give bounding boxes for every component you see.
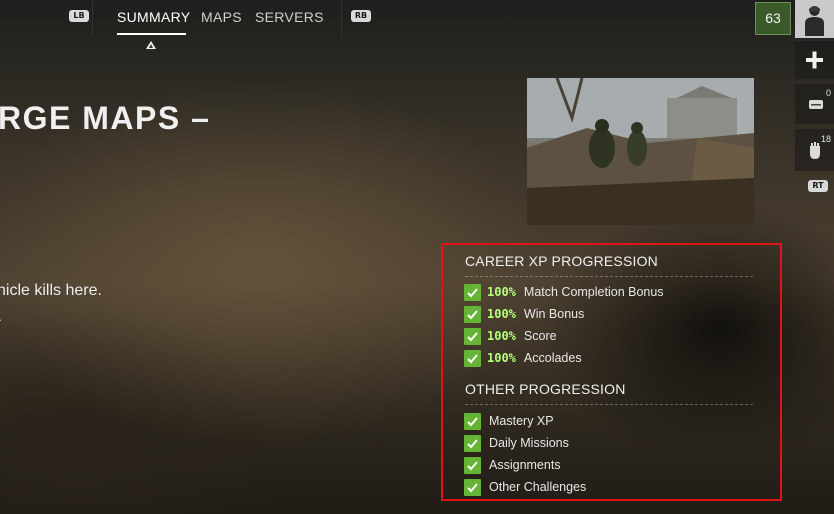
soldier-avatar-icon[interactable] <box>795 0 834 38</box>
active-tab-caret-icon <box>146 41 156 49</box>
list-item: 100% Accolades <box>464 349 582 367</box>
other-progression-title: OTHER PROGRESSION <box>465 381 626 397</box>
list-item: 100% Score <box>464 327 557 345</box>
add-button[interactable] <box>795 40 834 79</box>
list-item: Mastery XP <box>464 412 554 430</box>
top-nav: LB SUMMARY MAPS SERVERS RB 63 <box>0 0 834 49</box>
right-rail: 0 18 RT <box>795 0 834 514</box>
xp-item-label: Match Completion Bonus <box>523 285 664 299</box>
mode-title: RGE MAPS – <box>0 100 211 136</box>
player-level-badge: 63 <box>755 2 791 35</box>
checkmark-icon <box>464 327 481 345</box>
list-item: Other Challenges <box>464 478 586 496</box>
mode-description-line2: . <box>0 308 2 324</box>
xp-item-label: Win Bonus <box>523 307 585 321</box>
checkmark-icon <box>464 305 481 323</box>
dog-tags-count: 0 <box>825 88 831 98</box>
rb-bumper-hint[interactable]: RB <box>351 10 371 22</box>
list-item: Daily Missions <box>464 434 569 452</box>
gloves-count: 18 <box>820 134 831 144</box>
checkmark-icon <box>464 478 481 496</box>
plus-icon <box>806 51 823 69</box>
list-item: 100% Win Bonus <box>464 305 584 323</box>
checkmark-icon <box>464 456 481 474</box>
map-thumbnail-image <box>527 78 754 225</box>
progression-item-label: Other Challenges <box>489 480 587 494</box>
checkmark-icon <box>464 412 481 430</box>
xp-percent: 100% <box>487 351 516 365</box>
mode-description: hicle kills here. <box>0 282 102 299</box>
progression-item-label: Mastery XP <box>489 414 554 428</box>
section-divider <box>465 276 753 277</box>
xp-percent: 100% <box>487 307 516 321</box>
xp-item-label: Score <box>523 329 557 343</box>
checkmark-icon <box>464 434 481 452</box>
tab-maps[interactable]: MAPS <box>201 9 242 25</box>
progression-item-label: Daily Missions <box>489 436 569 450</box>
section-divider <box>465 404 753 405</box>
gloves-button[interactable]: 18 <box>795 128 834 171</box>
xp-percent: 100% <box>487 329 516 343</box>
list-item: 100% Match Completion Bonus <box>464 283 664 301</box>
progression-item-label: Assignments <box>489 458 561 472</box>
list-item: Assignments <box>464 456 561 474</box>
tab-servers[interactable]: SERVERS <box>255 9 324 25</box>
checkmark-icon <box>464 283 481 301</box>
xp-percent: 100% <box>487 285 516 299</box>
active-tab-indicator <box>117 33 186 35</box>
rt-trigger-hint[interactable]: RT <box>808 180 828 192</box>
dog-tags-button[interactable]: 0 <box>795 83 834 124</box>
lb-bumper-hint[interactable]: LB <box>69 10 89 22</box>
career-xp-progression-title: CAREER XP PROGRESSION <box>465 253 658 269</box>
xp-item-label: Accolades <box>523 351 582 365</box>
checkmark-icon <box>464 349 481 367</box>
tab-summary[interactable]: SUMMARY <box>117 9 190 25</box>
